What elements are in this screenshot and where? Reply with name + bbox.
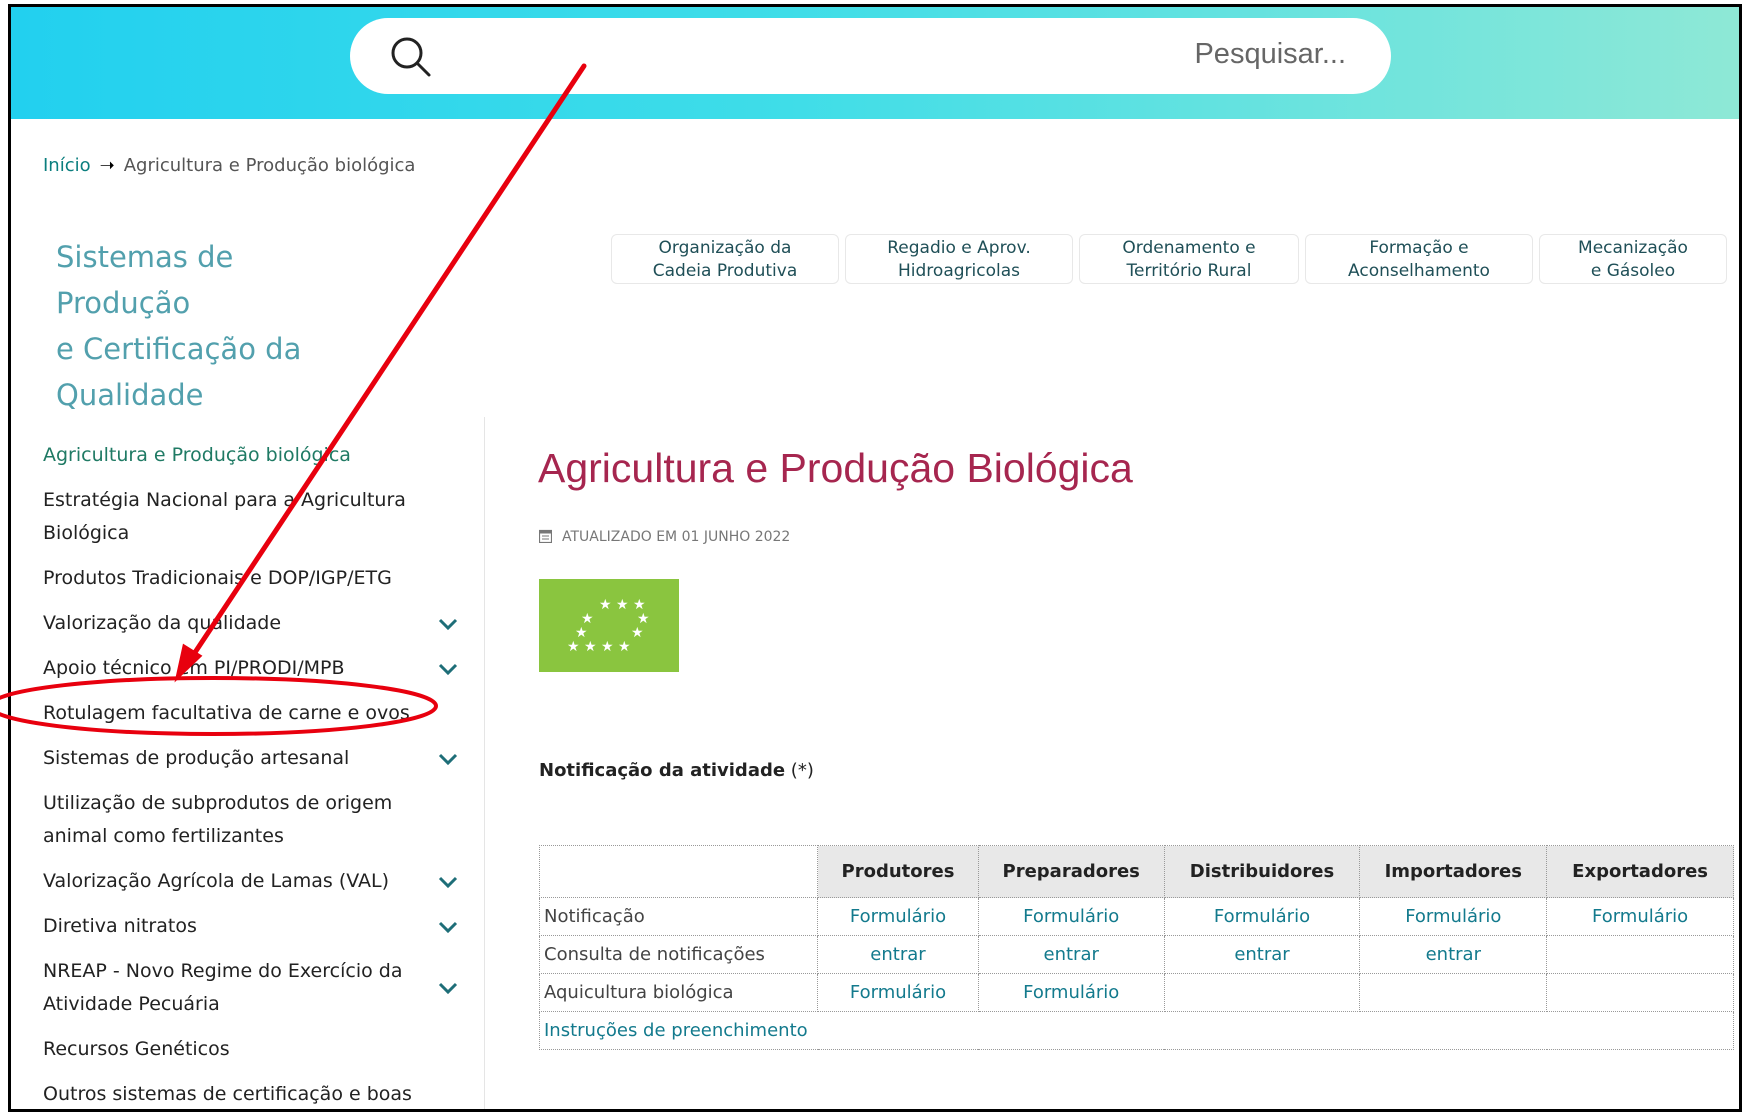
row-label: Notificação: [538, 897, 819, 936]
svg-text:★: ★: [631, 625, 644, 641]
sidebar-item-agricultura-biologica[interactable]: Agricultura e Produção biológica: [43, 433, 473, 478]
empty-cell: [1359, 973, 1548, 1012]
breadcrumb-home[interactable]: Início: [43, 155, 91, 176]
eu-organic-logo: ★ ★ ★ ★ ★ ★ ★ ★ ★ ★ ★: [539, 579, 679, 672]
table-row: Aquicultura biológica Formulário Formulá…: [538, 973, 1734, 1012]
empty-cell: [1163, 973, 1361, 1012]
sidebar-item-subprodutos[interactable]: Utilização de subprodutos de origem anim…: [43, 781, 473, 859]
sidebar-title-line: Sistemas de: [56, 240, 234, 274]
table-header: Distribuidores: [1163, 845, 1361, 898]
empty-cell: [1546, 935, 1734, 974]
sidebar-item-rotulagem-facultativa[interactable]: Rotulagem facultativa de carne e ovos: [43, 691, 473, 736]
table-row: Notificação Formulário Formulário Formul…: [538, 897, 1734, 936]
sidebar-title: Sistemas de Produção e Certificação da Q…: [56, 234, 406, 418]
page-title: Agricultura e Produção Biológica: [538, 445, 1133, 491]
tab-ordenamento[interactable]: Ordenamento e Território Rural: [1079, 234, 1299, 284]
table-row: Instruções de preenchimento: [539, 1011, 1734, 1050]
sidebar-item-diretiva-nitratos[interactable]: Diretiva nitratos: [43, 904, 473, 949]
form-link[interactable]: Formulário: [1546, 897, 1734, 936]
sidebar-item-estrategia-nacional[interactable]: Estratégia Nacional para a Agricultura B…: [43, 478, 473, 556]
row-label: Consulta de notificações: [538, 935, 819, 974]
sidebar-item-produtos-tradicionais[interactable]: Produtos Tradicionais e DOP/IGP/ETG: [43, 556, 473, 601]
breadcrumb-current: Agricultura e Produção biológica: [123, 155, 416, 176]
table-header: Importadores: [1359, 845, 1548, 898]
chevron-down-icon[interactable]: [437, 615, 459, 633]
tab-formacao[interactable]: Formação e Aconselhamento: [1305, 234, 1533, 284]
arrow-right-icon: ➝: [99, 155, 115, 176]
header-bar: Pesquisar...: [11, 7, 1739, 119]
search-bar[interactable]: Pesquisar...: [350, 18, 1391, 94]
table-header: Exportadores: [1546, 845, 1734, 898]
sidebar-item-label: NREAP - Novo Regime do Exercício da Ativ…: [43, 960, 403, 1015]
tab-organizacao[interactable]: Organização da Cadeia Produtiva: [611, 234, 839, 284]
instructions-link[interactable]: Instruções de preenchimento: [539, 1011, 1734, 1050]
activity-notification-label: Notificação da atividade (*): [539, 760, 814, 781]
form-link[interactable]: Formulário: [977, 973, 1165, 1012]
search-input[interactable]: Pesquisar...: [1194, 38, 1346, 71]
sidebar-item-outros-sistemas[interactable]: Outros sistemas de certificação e boas: [43, 1072, 473, 1109]
sidebar-item-apoio-tecnico[interactable]: Apoio técnico em PI/PRODI/MPB: [43, 646, 473, 691]
enter-link[interactable]: entrar: [977, 935, 1165, 974]
sidebar-item-label: Valorização Agrícola de Lamas (VAL): [43, 870, 390, 892]
updated-date: ATUALIZADO EM 01 JUNHO 2022: [539, 529, 790, 545]
sidebar-nav: Agricultura e Produção biológica Estraté…: [43, 433, 473, 1109]
sidebar-divider: [484, 417, 485, 1109]
form-link[interactable]: Formulário: [1163, 897, 1361, 936]
form-link[interactable]: Formulário: [817, 973, 979, 1012]
sidebar-item-lamas-val[interactable]: Valorização Agrícola de Lamas (VAL): [43, 859, 473, 904]
table-header: Produtores: [817, 845, 979, 898]
tab-mecanizacao[interactable]: Mecanização e Gásoleo: [1539, 234, 1727, 284]
sidebar-title-line: Qualidade: [56, 378, 204, 412]
table-header: Preparadores: [977, 845, 1165, 898]
chevron-down-icon[interactable]: [437, 750, 459, 768]
chevron-down-icon[interactable]: [437, 873, 459, 891]
notification-table: Produtores Preparadores Distribuidores I…: [538, 845, 1734, 1050]
search-icon[interactable]: [386, 32, 434, 80]
enter-link[interactable]: entrar: [1359, 935, 1548, 974]
table-header-row: Produtores Preparadores Distribuidores I…: [538, 845, 1734, 898]
sidebar-item-recursos-geneticos[interactable]: Recursos Genéticos: [43, 1027, 473, 1072]
sidebar-title-line: e Certificação da: [56, 332, 302, 366]
sidebar-item-label: Valorização da qualidade: [43, 612, 282, 634]
svg-text:★ ★ ★ ★: ★ ★ ★ ★: [567, 639, 631, 655]
sidebar-item-producao-artesanal[interactable]: Sistemas de produção artesanal: [43, 736, 473, 781]
enter-link[interactable]: entrar: [1163, 935, 1361, 974]
sidebar-item-valorizacao-qualidade[interactable]: Valorização da qualidade: [43, 601, 473, 646]
enter-link[interactable]: entrar: [817, 935, 979, 974]
form-link[interactable]: Formulário: [817, 897, 979, 936]
table-header-blank: [538, 845, 819, 898]
breadcrumb: Início ➝ Agricultura e Produção biológica: [43, 155, 415, 176]
sidebar-item-label: Diretiva nitratos: [43, 915, 197, 937]
sidebar-item-label: Apoio técnico em PI/PRODI/MPB: [43, 657, 345, 679]
sidebar-item-nreap[interactable]: NREAP - Novo Regime do Exercício da Ativ…: [43, 949, 473, 1027]
chevron-down-icon[interactable]: [437, 918, 459, 936]
form-link[interactable]: Formulário: [977, 897, 1165, 936]
chevron-down-icon[interactable]: [437, 660, 459, 678]
calendar-icon: [539, 529, 552, 543]
eu-leaf-icon: ★ ★ ★ ★ ★ ★ ★ ★ ★ ★ ★: [567, 597, 650, 655]
sidebar-title-line: Produção: [56, 286, 191, 320]
table-row: Consulta de notificações entrar entrar e…: [538, 935, 1734, 974]
empty-cell: [1546, 973, 1734, 1012]
sidebar-item-label: Sistemas de produção artesanal: [43, 747, 350, 769]
page-frame: Pesquisar... Início ➝ Agricultura e Produç…: [8, 4, 1742, 1112]
chevron-down-icon[interactable]: [437, 979, 459, 997]
form-link[interactable]: Formulário: [1359, 897, 1548, 936]
row-label: Aquicultura biológica: [538, 973, 819, 1012]
tab-regadio[interactable]: Regadio e Aprov. Hidroagricolas: [845, 234, 1073, 284]
